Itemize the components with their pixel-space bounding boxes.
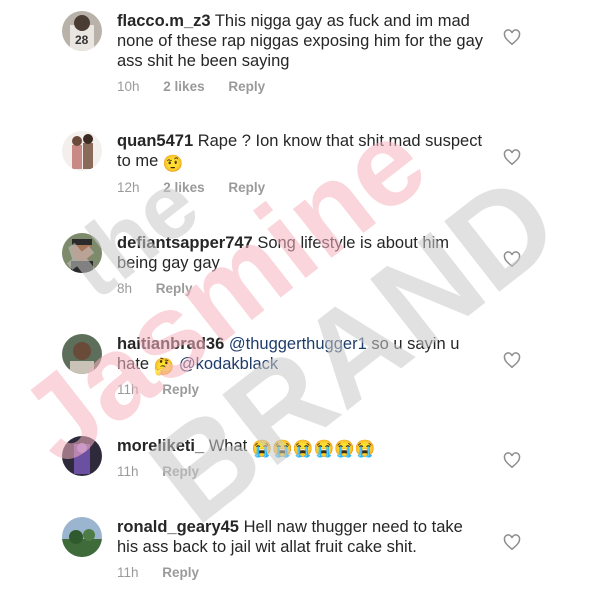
comment-username[interactable]: haitianbrad36: [117, 335, 224, 353]
reply-button[interactable]: Reply: [228, 79, 265, 94]
comment-time: 8h: [117, 281, 133, 296]
mention-link[interactable]: @kodakblack: [179, 355, 278, 373]
comment-username[interactable]: moreliketi_: [117, 437, 204, 455]
comment-time: 11h: [117, 464, 139, 479]
comment-time: 11h: [117, 382, 139, 397]
avatar[interactable]: [62, 334, 102, 374]
avatar[interactable]: [62, 131, 102, 171]
reply-button[interactable]: Reply: [156, 281, 193, 296]
heart-icon[interactable]: [503, 352, 521, 369]
reply-button[interactable]: Reply: [162, 382, 199, 397]
comment-time: 11h: [117, 565, 139, 580]
likes-count[interactable]: 2 likes: [163, 79, 204, 94]
heart-icon[interactable]: [503, 149, 521, 166]
reply-button[interactable]: Reply: [228, 180, 265, 195]
reply-button[interactable]: Reply: [162, 565, 199, 580]
raised-eyebrow-emoji: 🤨: [162, 155, 184, 173]
avatar[interactable]: [62, 436, 102, 476]
mention-link[interactable]: @thuggerthugger1: [229, 335, 367, 353]
heart-icon[interactable]: [503, 534, 521, 551]
comment-username[interactable]: ronald_geary45: [117, 518, 239, 536]
thinking-emoji: 🤔: [153, 358, 175, 376]
heart-icon[interactable]: [503, 452, 521, 469]
avatar[interactable]: 28: [62, 11, 102, 51]
heart-icon[interactable]: [503, 251, 521, 268]
watermark: the Jasmine BRAND: [0, 95, 584, 551]
avatar[interactable]: [62, 517, 102, 557]
crying-emoji: 😭😭😭😭😭😭: [251, 440, 376, 458]
avatar[interactable]: [62, 233, 102, 273]
comment-username[interactable]: quan5471: [117, 132, 193, 150]
comment-username[interactable]: defiantsapper747: [117, 234, 253, 252]
heart-icon[interactable]: [503, 29, 521, 46]
svg-text:28: 28: [75, 33, 89, 47]
comment-text: What: [208, 437, 248, 455]
comment-time: 12h: [117, 180, 140, 195]
comment-time: 10h: [117, 79, 140, 94]
likes-count[interactable]: 2 likes: [163, 180, 204, 195]
comment-username[interactable]: flacco.m_z3: [117, 12, 211, 30]
reply-button[interactable]: Reply: [162, 464, 199, 479]
